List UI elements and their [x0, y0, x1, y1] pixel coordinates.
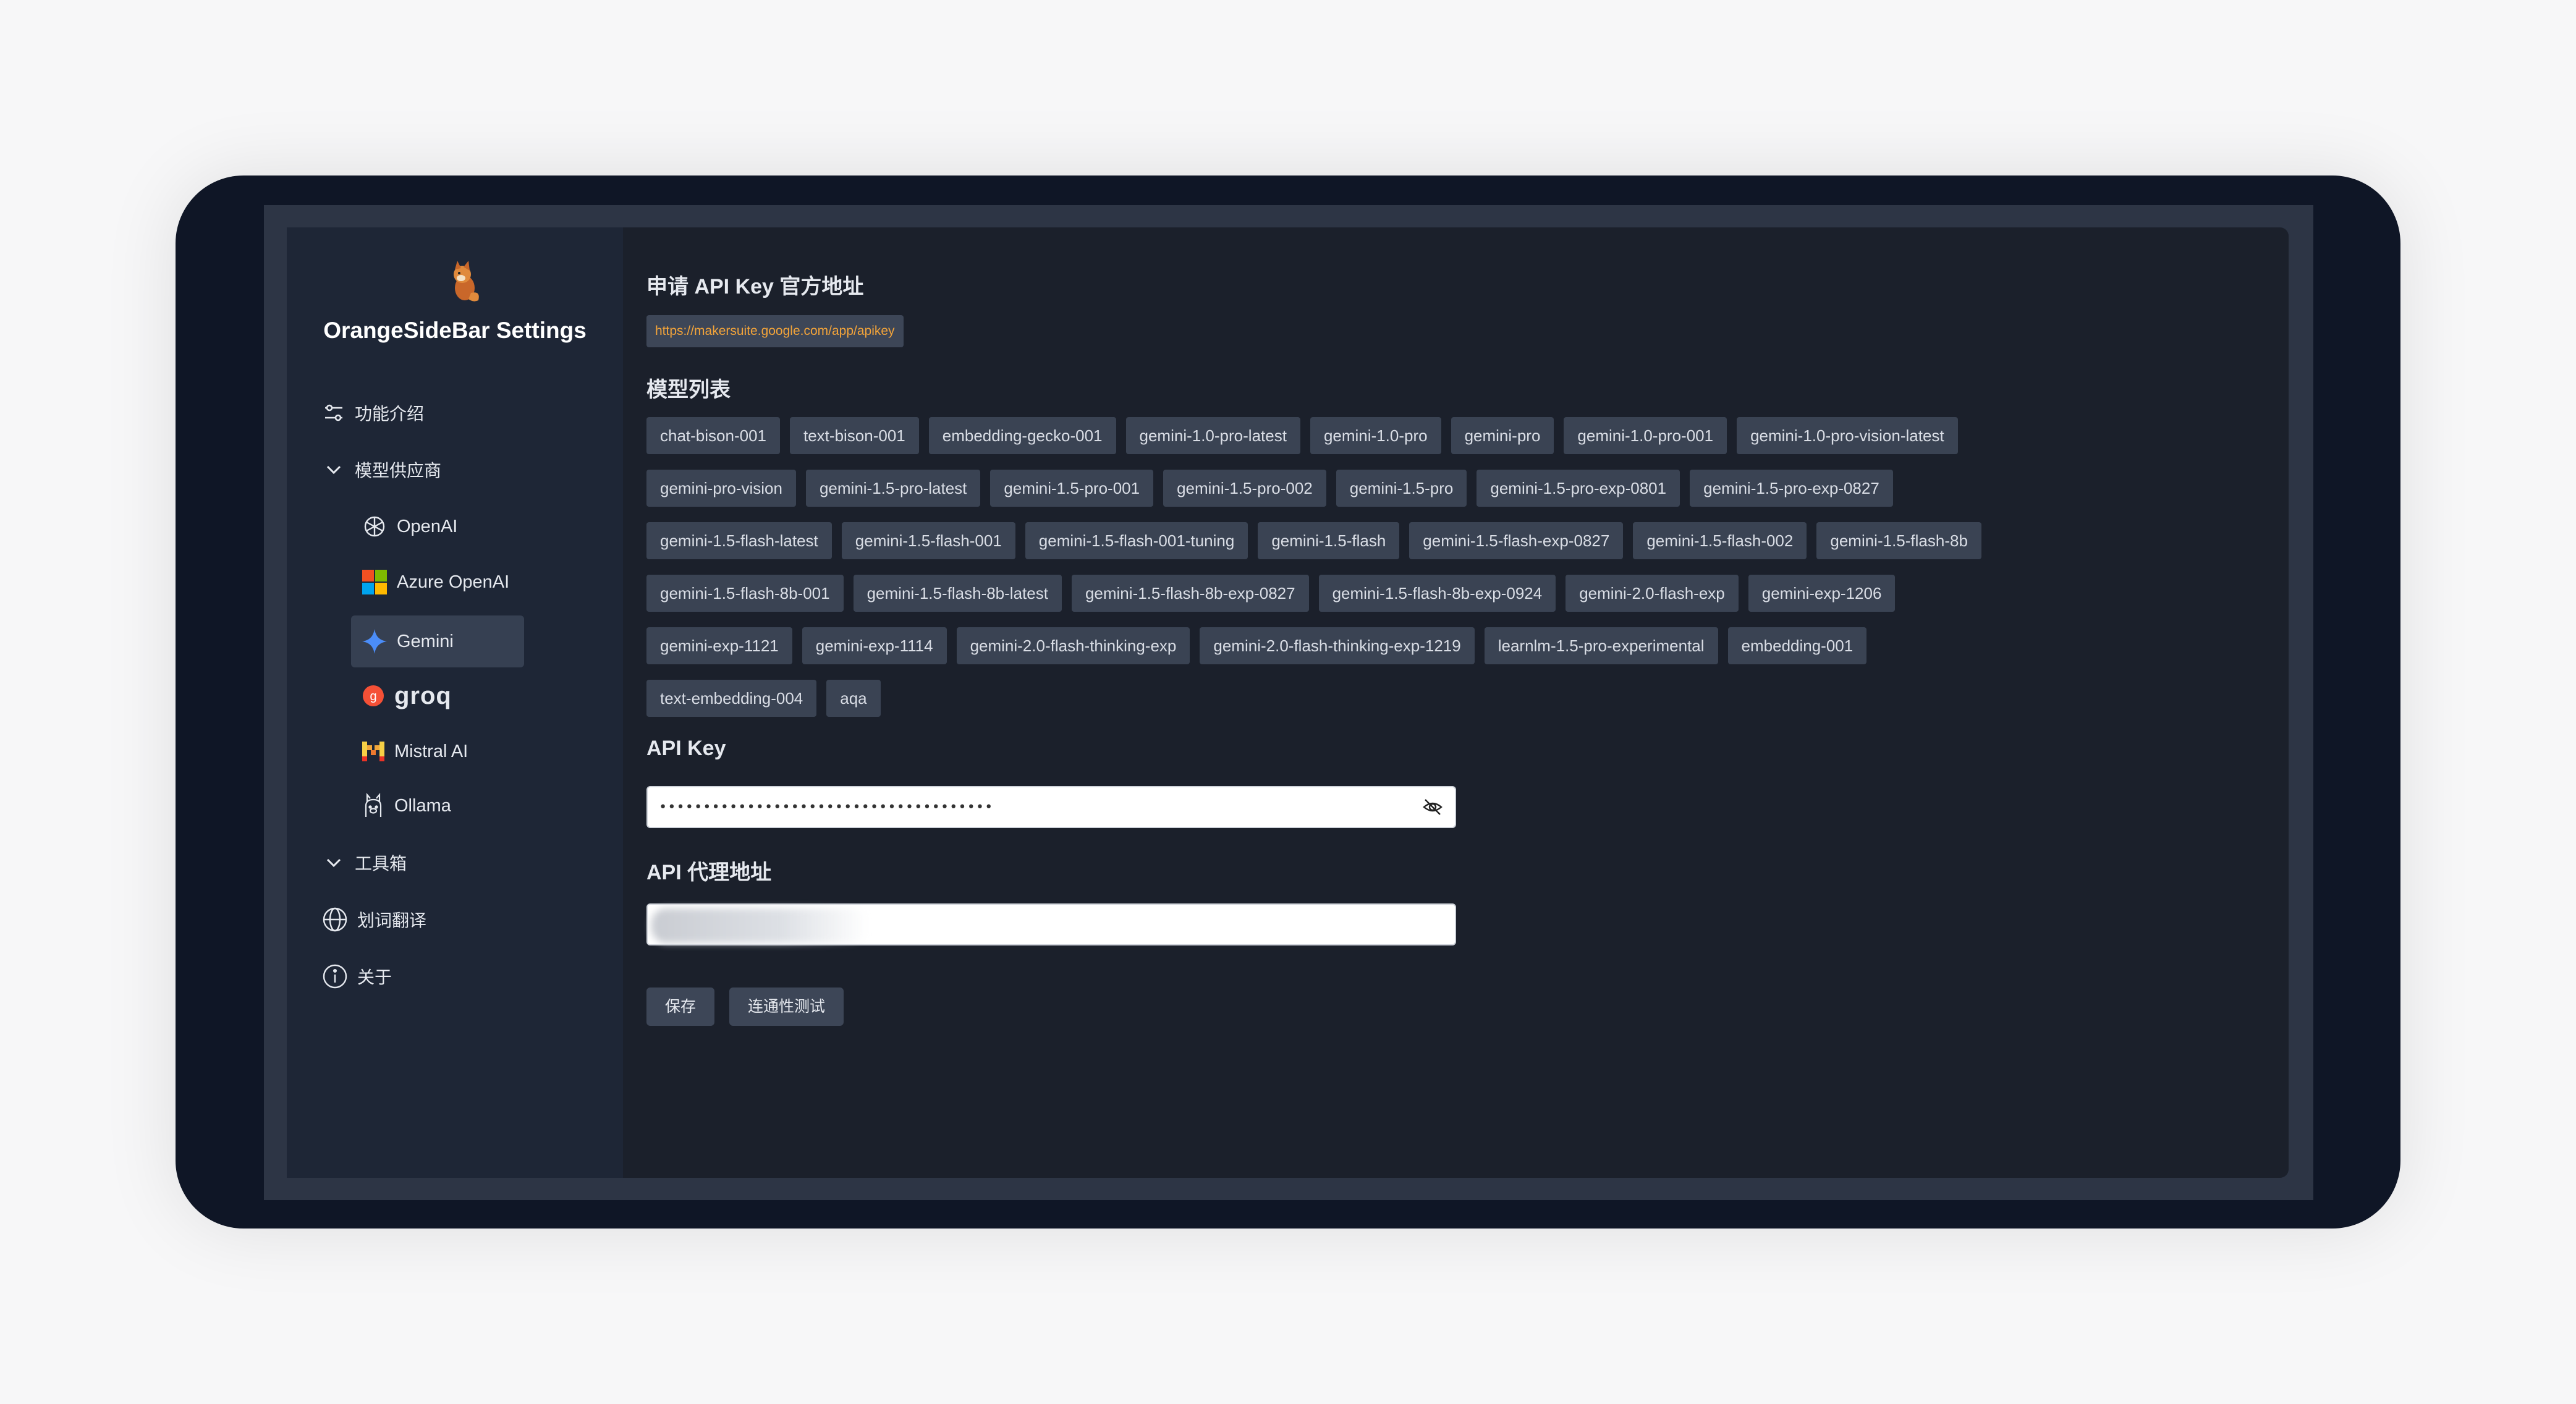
model-tag[interactable]: learnlm-1.5-pro-experimental: [1484, 627, 1718, 664]
model-tag[interactable]: text-embedding-004: [646, 680, 817, 717]
groq-icon: g: [363, 685, 384, 706]
model-tag[interactable]: gemini-exp-1114: [802, 627, 947, 664]
model-tag[interactable]: gemini-1.5-pro: [1336, 470, 1467, 507]
sidebar-item-groq[interactable]: g groq: [361, 679, 452, 713]
sidebar-item-ollama[interactable]: Ollama: [361, 789, 451, 823]
model-tag[interactable]: gemini-1.5-pro-002: [1163, 470, 1326, 507]
model-tag[interactable]: gemini-2.0-flash-exp: [1566, 575, 1739, 612]
model-tag[interactable]: gemini-1.5-flash-002: [1633, 522, 1807, 559]
model-tag[interactable]: gemini-1.5-flash-exp-0827: [1409, 522, 1624, 559]
model-tag[interactable]: aqa: [826, 680, 881, 717]
sidebar-item-label: Gemini: [397, 631, 454, 651]
openai-icon: [364, 516, 385, 537]
model-tag[interactable]: gemini-1.5-pro-latest: [805, 470, 981, 507]
api-key-value: ••••••••••••••••••••••••••••••••••••••: [659, 799, 994, 815]
ollama-icon: [365, 792, 382, 817]
proxy-label: API 代理地址: [646, 861, 772, 884]
sidebar-item-model-providers[interactable]: 模型供应商: [321, 452, 441, 487]
sidebar-item-label: 工具箱: [355, 854, 407, 873]
model-tag[interactable]: gemini-1.5-pro-001: [990, 470, 1154, 507]
globe-icon: [323, 907, 347, 932]
model-tag[interactable]: gemini-exp-1206: [1748, 575, 1896, 612]
sliders-icon: [325, 404, 342, 421]
sidebar-item-about[interactable]: 关于: [321, 959, 392, 994]
model-tag[interactable]: gemini-1.0-pro-001: [1564, 417, 1727, 454]
app-title: OrangeSideBar Settings: [323, 318, 587, 343]
save-button[interactable]: 保存: [646, 987, 715, 1026]
apikey-link[interactable]: https://makersuite.google.com/app/apikey: [646, 315, 904, 347]
svg-text:g: g: [370, 690, 376, 703]
model-tag[interactable]: embedding-gecko-001: [928, 417, 1116, 454]
model-tag[interactable]: chat-bison-001: [646, 417, 780, 454]
model-tag[interactable]: gemini-1.0-pro-latest: [1125, 417, 1300, 454]
model-tag[interactable]: gemini-1.5-flash: [1258, 522, 1400, 559]
model-list: chat-bison-001 text-bison-001 embedding-ge…: [646, 417, 2037, 717]
model-tag[interactable]: gemini-2.0-flash-thinking-exp-1219: [1200, 627, 1475, 664]
connectivity-test-button[interactable]: 连通性测试: [729, 987, 844, 1026]
model-tag[interactable]: embedding-001: [1727, 627, 1867, 664]
redacted-value: [651, 908, 868, 943]
sidebar-item-openai[interactable]: OpenAI: [361, 509, 457, 544]
proxy-field[interactable]: [646, 903, 1456, 945]
eye-off-icon[interactable]: [1421, 796, 1444, 818]
fox-logo-icon: [454, 261, 479, 302]
sidebar-item-translate[interactable]: 划词翻译: [321, 902, 426, 937]
sidebar-item-toolbox[interactable]: 工具箱: [321, 845, 407, 880]
sidebar-item-label: groq: [394, 682, 452, 709]
sidebar: [287, 227, 623, 1178]
model-tag[interactable]: gemini-2.0-flash-thinking-exp: [956, 627, 1190, 664]
model-tag[interactable]: gemini-1.5-pro-exp-0801: [1477, 470, 1680, 507]
model-tag[interactable]: gemini-1.5-pro-exp-0827: [1690, 470, 1893, 507]
sidebar-item-features[interactable]: 功能介绍: [321, 395, 424, 430]
model-tag[interactable]: gemini-1.5-flash-8b-001: [646, 575, 844, 612]
api-key-field[interactable]: ••••••••••••••••••••••••••••••••••••••: [646, 786, 1456, 828]
sidebar-item-label: 关于: [357, 968, 392, 987]
models-title: 模型列表: [646, 378, 731, 402]
sidebar-item-mistral[interactable]: Mistral AI: [361, 734, 468, 769]
model-tag[interactable]: gemini-1.5-flash-8b-exp-0827: [1071, 575, 1309, 612]
sidebar-item-label: OpenAI: [397, 516, 458, 536]
sidebar-item-azure-openai[interactable]: Azure OpenAI: [361, 565, 509, 599]
model-tag[interactable]: gemini-1.5-flash-8b: [1816, 522, 1981, 559]
chevron-down-icon: [326, 858, 341, 868]
sidebar-item-label: Ollama: [394, 795, 451, 816]
chevron-down-icon: [326, 465, 341, 475]
api-key-label: API Key: [646, 737, 726, 760]
model-tag[interactable]: gemini-1.5-flash-8b-latest: [853, 575, 1062, 612]
info-icon: [323, 964, 347, 989]
sidebar-item-label: 划词翻译: [357, 911, 427, 930]
sidebar-item-label: 功能介绍: [355, 404, 425, 423]
sidebar-item-label: Azure OpenAI: [397, 572, 510, 592]
model-tag[interactable]: gemini-pro: [1451, 417, 1554, 454]
sidebar-item-label: Mistral AI: [394, 741, 468, 761]
microsoft-icon: [362, 570, 387, 594]
model-tag[interactable]: gemini-1.0-pro-vision-latest: [1737, 417, 1958, 454]
model-tag[interactable]: gemini-pro-vision: [646, 470, 796, 507]
sidebar-item-gemini[interactable]: Gemini: [351, 615, 524, 667]
model-tag[interactable]: gemini-1.5-flash-latest: [646, 522, 832, 559]
model-tag[interactable]: gemini-1.5-flash-001-tuning: [1025, 522, 1248, 559]
gemini-icon: [362, 629, 387, 654]
apikey-section-title: 申请 API Key 官方地址: [646, 275, 864, 298]
mistral-icon: [362, 742, 384, 761]
model-tag[interactable]: gemini-exp-1121: [646, 627, 792, 664]
sidebar-item-label: 模型供应商: [355, 461, 442, 480]
model-tag[interactable]: gemini-1.5-flash-001: [841, 522, 1015, 559]
model-tag[interactable]: gemini-1.0-pro: [1310, 417, 1441, 454]
model-tag[interactable]: text-bison-001: [790, 417, 919, 454]
model-tag[interactable]: gemini-1.5-flash-8b-exp-0924: [1318, 575, 1556, 612]
